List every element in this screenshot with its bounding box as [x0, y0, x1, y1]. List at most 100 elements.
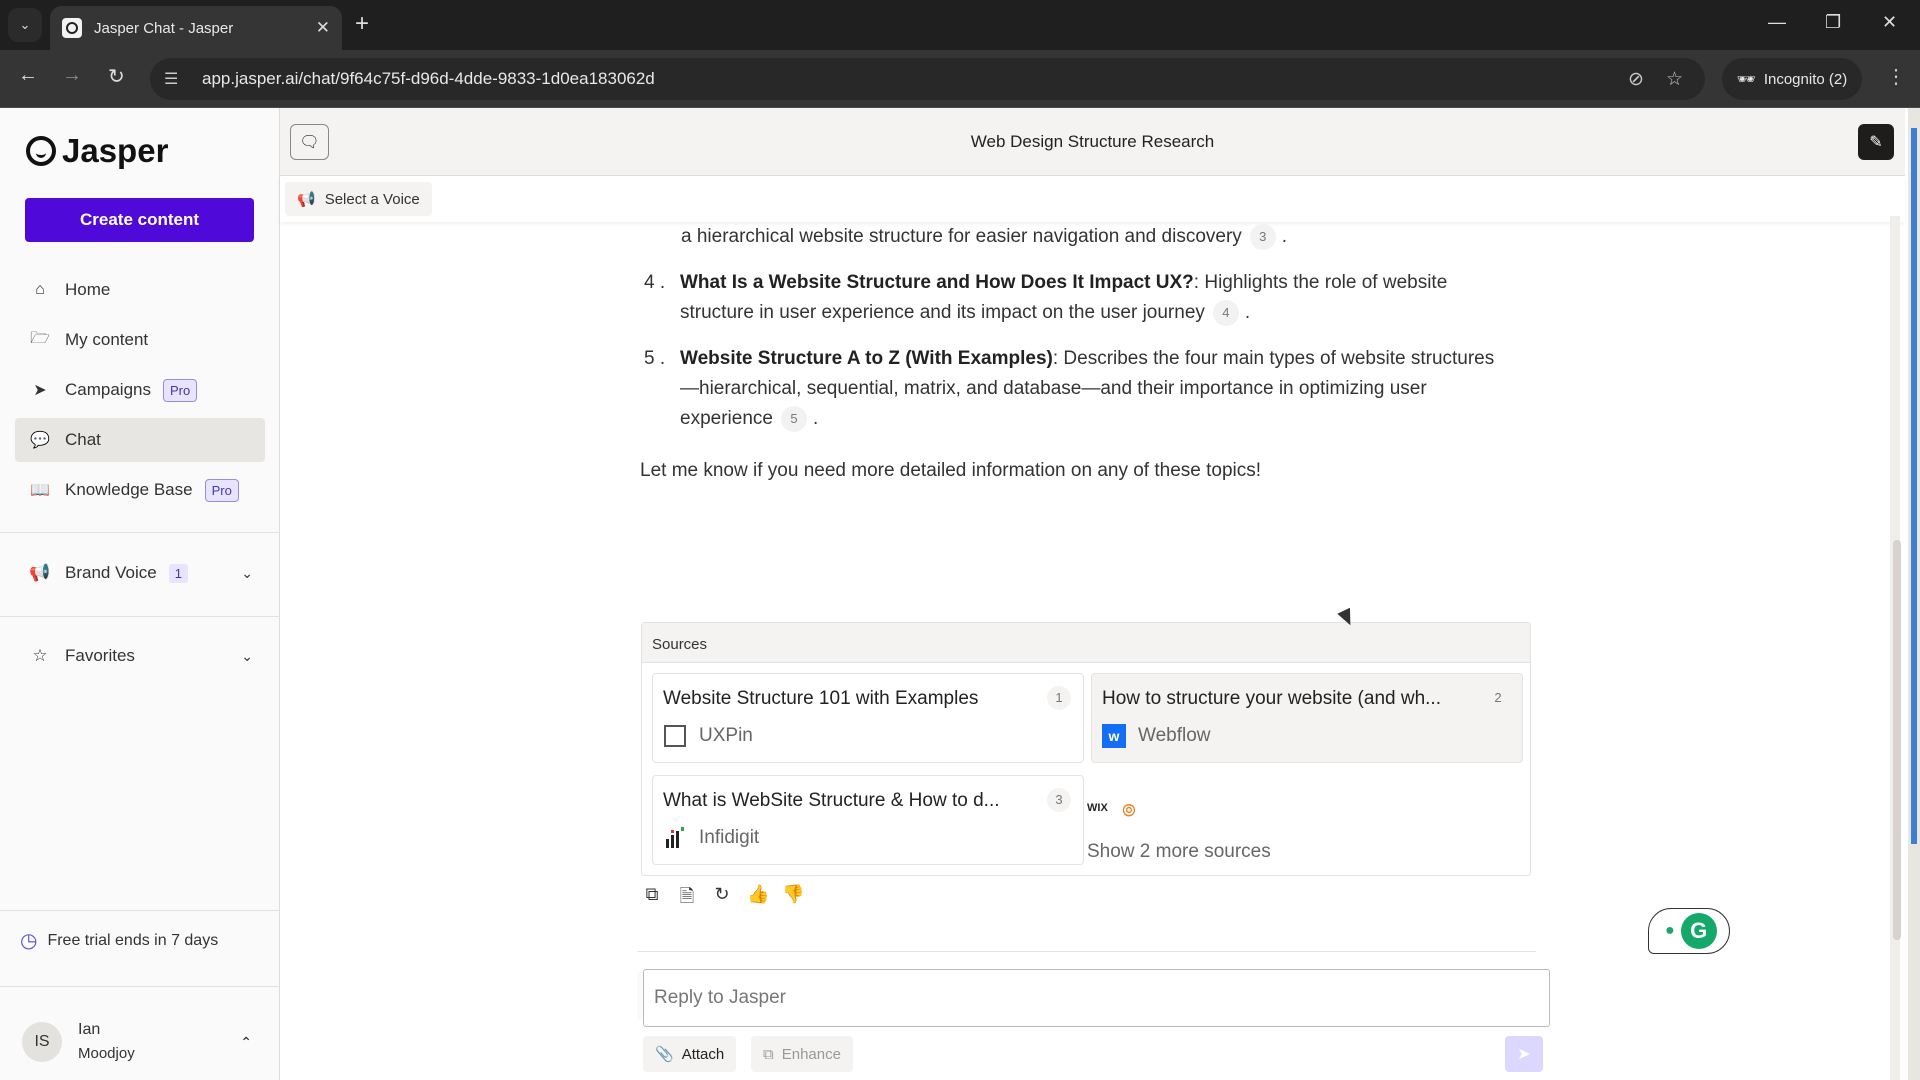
favorites-section[interactable]: ☆ Favorites ⌄	[15, 636, 265, 676]
grammarly-logo-icon: G	[1680, 913, 1717, 949]
trial-text: Free trial ends in 7 days	[47, 931, 219, 949]
chat-icon: 💬	[30, 432, 50, 449]
pro-badge: Pro	[204, 478, 239, 502]
new-tab-button[interactable]: +	[355, 10, 369, 38]
url-text[interactable]: app.jasper.ai/chat/9f64c75f-d96d-4dde-98…	[202, 69, 1628, 89]
list-item-text: structure in user experience and its imp…	[680, 302, 1205, 323]
browser-tab[interactable]: Jasper Chat - Jasper ✕	[50, 6, 342, 50]
source-number: 3	[1047, 788, 1071, 812]
eye-off-icon[interactable]: ⊘	[1628, 68, 1644, 91]
source-card[interactable]: Website Structure 101 with Examples 1 UX…	[652, 673, 1084, 763]
attach-button[interactable]: 📎 Attach	[643, 1036, 737, 1072]
send-icon: ➤	[1517, 1046, 1531, 1063]
new-chat-button[interactable]: ✎	[1858, 124, 1894, 160]
copy-icon[interactable]: ⧉	[642, 884, 662, 914]
source-site-name: Webflow	[1138, 725, 1211, 746]
source-title: Website Structure 101 with Examples	[663, 688, 979, 709]
rocket-icon: ➤	[33, 382, 47, 399]
source-number: 1	[1047, 686, 1071, 710]
reload-icon[interactable]: ↻	[108, 64, 125, 89]
chevron-down-icon[interactable]: ⌄	[241, 565, 253, 582]
brand-voice-label: Brand Voice	[65, 563, 157, 582]
site-info-icon[interactable]: ☰	[164, 69, 192, 89]
sidebar-item-label: Campaigns	[65, 380, 151, 399]
citation-ref[interactable]: 4	[1212, 299, 1239, 326]
sidebar-item-home[interactable]: ⌂ Home	[15, 268, 265, 312]
sidebar-item-campaigns[interactable]: ➤ Campaigns Pro	[15, 368, 265, 412]
kebab-icon[interactable]: ⋮	[1886, 64, 1906, 89]
thumbs-down-icon[interactable]: 👎	[782, 884, 804, 914]
chat-scrollbar-thumb[interactable]	[1893, 540, 1901, 940]
minimize-icon[interactable]: —	[1768, 12, 1786, 33]
avatar: IS	[22, 1022, 62, 1062]
forward-icon[interactable]: →	[62, 64, 82, 87]
sidebar-item-label: My content	[65, 330, 149, 349]
chat-header: 🗨 Web Design Structure Research ✎	[280, 108, 1905, 176]
sidebar-item-chat[interactable]: 💬 Chat	[15, 418, 265, 462]
list-number: 5 .	[644, 348, 666, 369]
infidigit-logo-icon	[663, 826, 687, 850]
free-trial-notice[interactable]: ◷ Free trial ends in 7 days	[20, 928, 218, 953]
tab-title: Jasper Chat - Jasper	[94, 19, 234, 37]
jasper-favicon-icon	[62, 18, 82, 38]
logo-text: Jasper	[62, 132, 169, 169]
incognito-icon: 🕶	[1736, 71, 1756, 88]
browser-toolbar: ← → ↻ ☰ app.jasper.ai/chat/9f64c75f-d96d…	[0, 50, 1920, 108]
source-title: How to structure your website (and wh...	[1102, 688, 1441, 709]
browser-tab-strip: ⌄ Jasper Chat - Jasper ✕ + — ❐ ✕	[0, 0, 1920, 50]
chevron-down-icon[interactable]: ⌄	[241, 648, 253, 665]
list-item-title: Website Structure A to Z (With Examples)	[680, 348, 1053, 369]
citation-ref[interactable]: 5	[780, 405, 807, 432]
close-icon[interactable]: ✕	[316, 18, 330, 38]
source-card[interactable]: What is WebSite Structure & How to d... …	[652, 775, 1084, 865]
tab-search-button[interactable]: ⌄	[8, 8, 42, 42]
sidebar-item-my-content[interactable]: 🗁 My content	[15, 318, 265, 362]
sidebar: Jasper Create content ⌂ Home 🗁 My conten…	[0, 108, 280, 1080]
source-number: 2	[1494, 690, 1502, 705]
grammarly-widget[interactable]: ● G	[1648, 908, 1730, 954]
enhance-button[interactable]: ⧉ Enhance	[751, 1036, 853, 1072]
reply-input[interactable]	[643, 969, 1550, 1027]
enhance-icon: ⧉	[763, 1045, 774, 1063]
page-scrollbar[interactable]	[1908, 108, 1920, 1080]
citation-ref[interactable]: 3	[1249, 223, 1276, 250]
star-icon[interactable]: ☆	[1666, 68, 1683, 91]
source-site-name: Infidigit	[699, 827, 760, 848]
assistant-message: a hierarchical website structure for eas…	[640, 222, 1540, 486]
uxpin-logo-icon	[663, 724, 687, 748]
source-site-name: UXPin	[699, 725, 753, 746]
window-close-icon[interactable]: ✕	[1882, 12, 1897, 33]
incognito-label: Incognito (2)	[1763, 70, 1848, 88]
divider	[0, 910, 280, 911]
sources-heading: Sources	[642, 623, 1530, 663]
sidebar-item-knowledge-base[interactable]: 📖 Knowledge Base Pro	[15, 468, 265, 512]
jasper-logo[interactable]: Jasper	[26, 132, 168, 170]
create-content-button[interactable]: Create content	[25, 198, 254, 242]
paperclip-icon: 📎	[655, 1046, 674, 1063]
user-menu[interactable]: IS Ian Moodjoy ⌃	[22, 1014, 262, 1070]
incognito-badge[interactable]: 🕶 Incognito (2)	[1722, 58, 1862, 100]
megaphone-icon: 📢	[29, 563, 51, 582]
list-item-text: : Describes the four main types of websi…	[1052, 348, 1495, 369]
folder-icon: 🗁	[30, 329, 50, 347]
send-button[interactable]: ➤	[1505, 1036, 1543, 1072]
page-scrollbar-thumb[interactable]	[1911, 128, 1917, 844]
address-bar[interactable]: ☰ app.jasper.ai/chat/9f64c75f-d96d-4dde-…	[150, 58, 1705, 100]
list-number: 4 .	[644, 272, 666, 293]
document-icon[interactable]: 🗎	[677, 884, 697, 914]
regenerate-icon[interactable]: ↻	[712, 884, 732, 914]
source-card[interactable]: How to structure your website (and wh...…	[1091, 673, 1523, 763]
list-item: 4 . What Is a Website Structure and How …	[640, 268, 1540, 328]
brand-voice-section[interactable]: 📢 Brand Voice 1 ⌄	[15, 553, 265, 593]
chat-main: 🗨 Web Design Structure Research ✎ 📢 Sele…	[280, 108, 1920, 1080]
select-voice-button[interactable]: 📢 Select a Voice	[285, 182, 432, 216]
restore-icon[interactable]: ❐	[1825, 12, 1841, 33]
show-more-sources[interactable]: Show 2 more sources	[1087, 841, 1271, 863]
source-site: w Webflow	[1102, 724, 1512, 748]
back-icon[interactable]: ←	[18, 64, 38, 87]
more-sources[interactable]: WIX ๏ Show 2 more sources	[1087, 788, 1271, 863]
list-item-text: : Highlights the role of website	[1193, 272, 1448, 293]
thumbs-up-icon[interactable]: 👍	[747, 884, 769, 914]
chevron-up-icon[interactable]: ⌃	[240, 1034, 252, 1051]
chat-title: Web Design Structure Research	[970, 132, 1215, 151]
